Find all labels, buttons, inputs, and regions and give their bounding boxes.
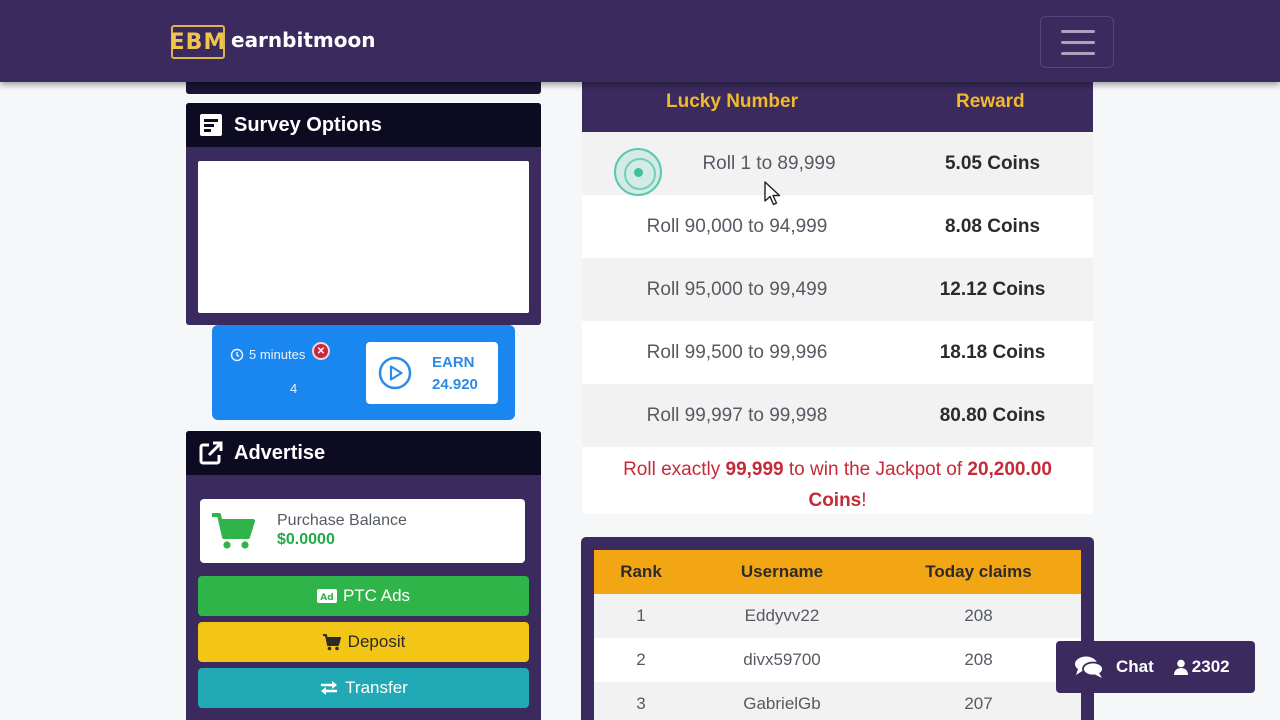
jackpot-number: 99,999 bbox=[725, 459, 784, 480]
table-row: Roll 99,997 to 99,998 80.80 Coins bbox=[582, 384, 1093, 447]
balance-label: Purchase Balance bbox=[277, 512, 407, 529]
username-cell: Eddyvv22 bbox=[744, 606, 820, 625]
claims-cell: 208 bbox=[964, 606, 993, 625]
table-row: Roll 99,500 to 99,996 18.18 Coins bbox=[582, 321, 1093, 384]
menu-icon bbox=[1061, 30, 1095, 33]
username-cell: GabrielGb bbox=[743, 694, 821, 713]
roll-reward: 8.08 Coins bbox=[944, 216, 1041, 237]
external-link-icon bbox=[198, 440, 224, 466]
jackpot-suffix: ! bbox=[861, 490, 867, 511]
claims-header: Today claims bbox=[925, 562, 1032, 581]
roll-reward: 18.18 Coins bbox=[939, 342, 1046, 363]
advertise-panel-header: Advertise bbox=[186, 431, 541, 477]
leaderboard-table: Rank Username Today claims 1 Eddyvv22 20… bbox=[594, 550, 1081, 720]
rank-cell: 3 bbox=[636, 694, 646, 713]
ptc-ads-button[interactable]: Ad PTC Ads bbox=[198, 576, 529, 616]
table-row: 3 GabrielGb 207 bbox=[594, 682, 1081, 720]
transfer-label: Transfer bbox=[345, 678, 408, 697]
site-logo[interactable]: EBM bbox=[169, 25, 227, 59]
list-icon bbox=[198, 112, 224, 138]
svg-text:Ad: Ad bbox=[320, 593, 333, 603]
username-cell: divx59700 bbox=[743, 650, 821, 669]
table-row: Roll 90,000 to 94,999 8.08 Coins bbox=[582, 195, 1093, 258]
roll-reward: 12.12 Coins bbox=[939, 279, 1046, 300]
previous-panel-edge bbox=[186, 82, 541, 94]
shopping-cart-icon bbox=[210, 511, 256, 556]
jackpot-amount: 20,200.00 bbox=[967, 459, 1052, 480]
jackpot-middle: to win the Jackpot of bbox=[783, 459, 968, 480]
timer-label: 5 minutes bbox=[249, 347, 306, 362]
leaderboard-header: Rank Username Today claims bbox=[594, 550, 1081, 594]
comments-icon bbox=[1074, 655, 1104, 679]
jackpot-text: Roll exactly 99,999 to win the Jackpot o… bbox=[582, 454, 1093, 514]
table-row: 1 Eddyvv22 208 bbox=[594, 594, 1081, 638]
earn-amount: 24.920 bbox=[432, 376, 478, 393]
play-icon bbox=[378, 356, 412, 395]
chat-button[interactable]: Chat 2302 bbox=[1056, 641, 1255, 693]
ptc-ads-label: PTC Ads bbox=[342, 586, 411, 605]
menu-icon-bar bbox=[1061, 41, 1095, 44]
rank-cell: 2 bbox=[636, 650, 646, 669]
survey-panel-title: Survey Options bbox=[234, 113, 382, 136]
reward-header: Reward bbox=[956, 91, 1025, 112]
mouse-pointer-icon bbox=[764, 181, 781, 206]
claims-cell: 208 bbox=[964, 650, 993, 669]
menu-icon-bar bbox=[1061, 52, 1095, 55]
cart-icon bbox=[322, 633, 342, 651]
table-row: 2 divx59700 208 bbox=[594, 638, 1081, 682]
brand-name[interactable]: earnbitmoon bbox=[231, 28, 375, 52]
advertise-panel-title: Advertise bbox=[234, 441, 326, 464]
earn-text: EARN 24.920 bbox=[432, 352, 478, 396]
roll-range: Roll 95,000 to 99,499 bbox=[646, 279, 828, 300]
survey-panel: Survey Options bbox=[186, 103, 541, 325]
menu-toggle-button[interactable] bbox=[1040, 16, 1114, 68]
rank-header: Rank bbox=[620, 562, 662, 581]
survey-frame[interactable] bbox=[198, 161, 529, 313]
jackpot-prefix: Roll exactly bbox=[623, 459, 726, 480]
timer: 5 minutes bbox=[230, 347, 305, 362]
transfer-button[interactable]: Transfer bbox=[198, 668, 529, 708]
rewards-table-header: Lucky Number Reward bbox=[582, 82, 1093, 132]
jackpot-coins: Coins bbox=[808, 490, 862, 511]
close-icon[interactable]: ✕ bbox=[312, 342, 330, 360]
rank-cell: 1 bbox=[636, 606, 646, 625]
click-indicator bbox=[614, 148, 662, 196]
logo-text: EBM bbox=[169, 29, 227, 55]
balance-value: $0.0000 bbox=[277, 531, 335, 548]
purchase-balance-card: Purchase Balance $0.0000 bbox=[200, 499, 525, 563]
deposit-label: Deposit bbox=[347, 632, 406, 651]
lucky-number-header: Lucky Number bbox=[666, 91, 798, 112]
top-navbar: EBM earnbitmoon bbox=[0, 0, 1280, 82]
click-indicator-dot bbox=[634, 168, 643, 177]
earn-widget: 5 minutes ✕ 4 EARN 24.920 bbox=[212, 325, 515, 420]
deposit-button[interactable]: Deposit bbox=[198, 622, 529, 662]
exchange-icon bbox=[319, 680, 339, 696]
user-icon bbox=[1173, 659, 1188, 675]
roll-reward: 80.80 Coins bbox=[939, 405, 1046, 426]
chat-label: Chat bbox=[1116, 657, 1154, 676]
online-user-count: 2302 bbox=[1191, 657, 1230, 676]
roll-range: Roll 99,500 to 99,996 bbox=[646, 342, 828, 363]
leaderboard-card: Rank Username Today claims 1 Eddyvv22 20… bbox=[581, 537, 1094, 720]
ad-icon: Ad bbox=[316, 588, 337, 604]
rewards-table: Lucky Number Reward Roll 1 to 89,999 5.0… bbox=[582, 82, 1093, 514]
roll-range: Roll 99,997 to 99,998 bbox=[646, 405, 828, 426]
advertise-panel: Advertise Purchase Balance $0.0000 Ad PT… bbox=[186, 431, 541, 720]
survey-panel-header: Survey Options bbox=[186, 103, 541, 149]
roll-reward: 5.05 Coins bbox=[944, 153, 1041, 174]
table-row: Roll 95,000 to 99,499 12.12 Coins bbox=[582, 258, 1093, 321]
earn-count: 4 bbox=[290, 381, 298, 396]
clock-icon bbox=[230, 348, 244, 361]
earn-button[interactable]: EARN 24.920 bbox=[366, 342, 498, 404]
username-header: Username bbox=[740, 562, 824, 581]
earn-label: EARN bbox=[432, 354, 475, 371]
roll-range: Roll 90,000 to 94,999 bbox=[646, 216, 828, 237]
claims-cell: 207 bbox=[964, 694, 993, 713]
